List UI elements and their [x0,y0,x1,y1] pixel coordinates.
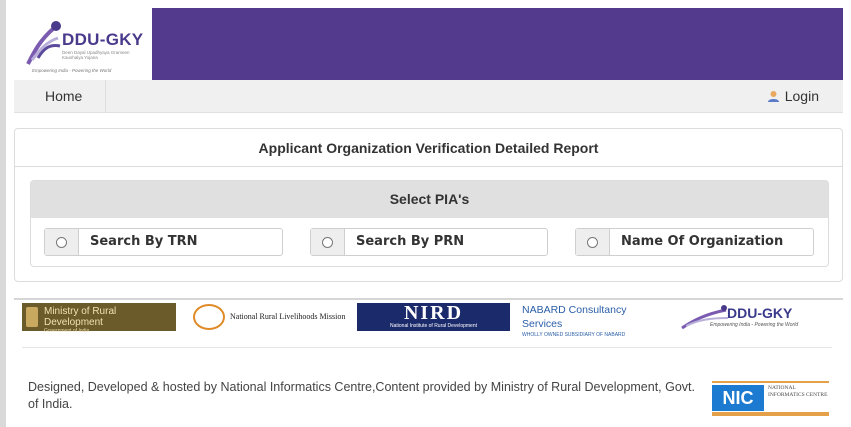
footer-separator [22,347,832,348]
nic-tagline-strip [712,412,829,416]
prn-label: Search By PRN [356,234,465,249]
mord-title: Ministry of Rural Development [44,306,117,328]
ddu-gky-logo[interactable]: DDU-GKY Deen Dayal Upadhyaya Grameen Kau… [14,8,152,80]
ddu-footer-title: DDU-GKY [727,305,793,321]
logo-text: DDU-GKY [62,30,144,49]
nic-name: NATIONAL INFORMATICS CENTRE [768,385,828,398]
nird-logo[interactable]: NIRD National Institute of Rural Develop… [357,303,510,331]
nrlm-emblem-icon [193,304,225,330]
main-navbar: Home Login [14,80,843,113]
header-banner [152,8,843,80]
nabard-subtitle: WHOLLY OWNED SUBSIDIARY OF NABARD [522,332,626,338]
section-title: Select PIA's [31,181,828,218]
nav-home-link[interactable]: Home [32,80,106,113]
logo-tagline: Empowering India - Powering the World [32,68,112,73]
mord-subtitle: Government of India [44,328,90,334]
panel-title: Applicant Organization Verification Deta… [15,129,842,167]
trn-radio[interactable] [56,236,67,248]
search-by-trn-option[interactable]: Search By TRN [44,228,283,256]
radio-wrap [576,229,610,255]
login-label: Login [784,88,819,104]
user-icon [767,91,779,102]
prn-radio[interactable] [322,236,333,248]
logo-subtitle: Deen Dayal Upadhyaya Grameen Kaushalya Y… [62,50,130,60]
search-by-prn-option[interactable]: Search By PRN [310,228,548,256]
report-panel: Applicant Organization Verification Deta… [14,128,843,282]
select-pia-section: Select PIA's Search By TRN Search By PRN… [30,180,829,267]
emblem-icon [26,307,38,327]
footer-credits: Designed, Developed & hosted by National… [28,380,695,411]
name-of-organization-option[interactable]: Name Of Organization [575,228,814,256]
org-radio[interactable] [587,236,598,248]
nrlm-logo[interactable]: National Rural Livelihoods Mission [190,303,350,331]
radio-wrap [311,229,345,255]
nird-title: NIRD [403,302,464,324]
nrlm-title: National Rural Livelihoods Mission [230,312,346,321]
nabard-title: NABARD Consultancy Services [522,304,627,330]
org-label: Name Of Organization [621,234,784,249]
nabard-logo[interactable]: NABARD Consultancy Services WHOLLY OWNED… [522,303,664,338]
nav-login-link[interactable]: Login [767,80,819,113]
ddu-gky-footer-logo[interactable]: DDU-GKY Empowering India - Powering the … [672,303,832,331]
partner-logos: Ministry of Rural Development Government… [22,303,832,338]
site-header: DDU-GKY Deen Dayal Upadhyaya Grameen Kau… [14,8,843,80]
mord-logo[interactable]: Ministry of Rural Development Government… [22,303,176,334]
nic-logo-mark: NIC [712,385,764,411]
radio-wrap [45,229,79,255]
trn-label: Search By TRN [90,234,198,249]
runner-logo-icon [26,21,61,65]
nic-logo[interactable]: NIC NATIONAL INFORMATICS CENTRE [712,381,829,416]
page-left-border [0,0,6,427]
nird-subtitle: National Institute of Rural Development [390,323,477,329]
footer-divider [14,298,843,300]
ddu-footer-tagline: Empowering India - Powering the World [710,322,799,328]
nic-top-line [712,381,829,383]
